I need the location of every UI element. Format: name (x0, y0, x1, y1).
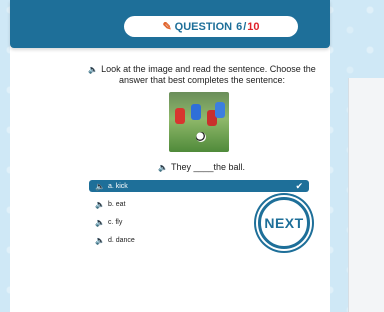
option-a[interactable]: 🔈 a. kick ✔ (89, 180, 309, 192)
option-label: a. kick (107, 182, 128, 190)
image-child-blue-2 (215, 102, 225, 118)
sentence: 🔈 They ____the ball. (158, 162, 245, 172)
speaker-icon[interactable]: 🔈 (158, 163, 168, 172)
question-image (169, 92, 229, 152)
speaker-icon[interactable]: 🔈 (95, 236, 105, 245)
question-separator: / (243, 20, 247, 33)
next-button[interactable]: NEXT (258, 197, 310, 249)
option-label: b. eat (107, 200, 126, 208)
image-child-red (175, 108, 185, 124)
speaker-icon[interactable]: 🔈 (95, 200, 105, 209)
speaker-icon[interactable]: 🔈 (88, 65, 98, 74)
option-label: d. dance (107, 236, 135, 244)
question-header: ✎ QUESTION 6 / 10 (10, 0, 330, 48)
question-number: 6 (236, 20, 243, 33)
question-total: 10 (247, 20, 260, 33)
edit-icon: ✎ (162, 21, 172, 33)
speaker-icon[interactable]: 🔈 (95, 218, 105, 227)
image-ball (196, 132, 206, 142)
option-label: c. fly (107, 218, 123, 226)
instruction-label: Look at the image and read the sentence.… (101, 64, 316, 85)
check-icon: ✔ (295, 180, 303, 191)
question-counter: ✎ QUESTION 6 / 10 (124, 16, 298, 37)
question-word: QUESTION (174, 20, 233, 33)
sentence-text: They ____the ball. (170, 162, 246, 172)
speaker-icon[interactable]: 🔈 (95, 182, 105, 191)
instruction-text: 🔈 Look at the image and read the sentence… (80, 64, 324, 86)
side-panel (348, 78, 384, 312)
image-child-blue (191, 104, 201, 120)
